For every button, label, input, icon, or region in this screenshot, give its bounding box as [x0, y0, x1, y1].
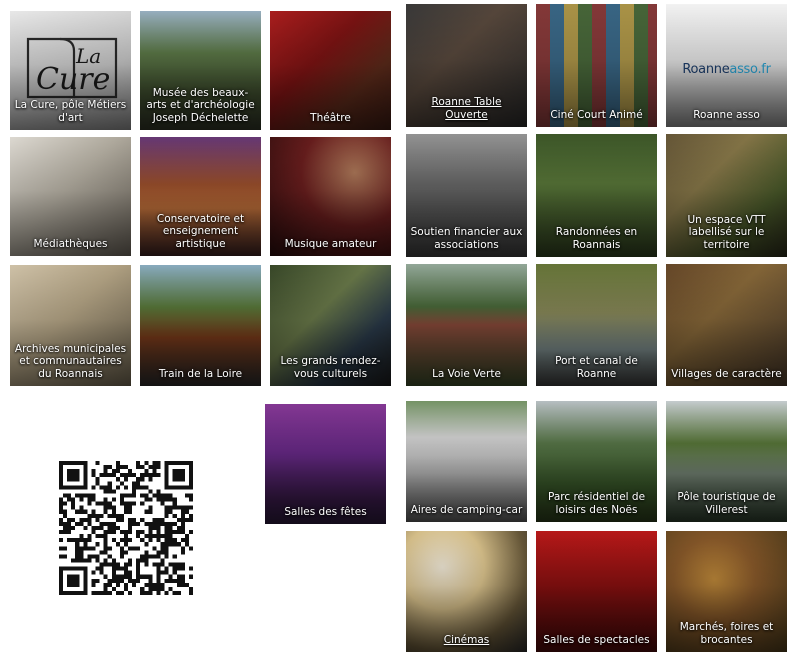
tile-label: Roanne asso: [693, 108, 760, 121]
tile-label: La Voie Verte: [432, 367, 501, 380]
qr-code-icon: [59, 461, 193, 595]
tile-label: Roanne Table Ouverte: [431, 96, 502, 121]
tile-aires[interactable]: Aires de camping-car: [406, 401, 527, 522]
tile-label: Villages de caractère: [671, 367, 782, 380]
tile-label: Salles des fêtes: [284, 505, 367, 518]
tile-villages[interactable]: Villages de caractère: [666, 264, 787, 386]
tile-pole-touristique[interactable]: Pôle touristique de Villerest: [666, 401, 787, 522]
tile-label: Aires de camping-car: [410, 503, 523, 516]
tile-la-cure[interactable]: LaCureLa Cure, pôle Métiers d'art: [10, 11, 131, 130]
tile-roanne-table[interactable]: Roanne Table Ouverte: [406, 4, 527, 127]
tile-label: Médiathèques: [33, 237, 108, 250]
tile-label: Les grands rendez-vous culturels: [280, 355, 381, 380]
tile-label: Ciné Court Animé: [550, 108, 643, 121]
tile-label: Salles de spectacles: [543, 633, 650, 646]
tile-label: Théâtre: [310, 111, 351, 124]
tile-spectacles[interactable]: Salles de spectacles: [536, 531, 657, 652]
tile-label: Musique amateur: [284, 237, 377, 250]
tile-marches[interactable]: Marchés, foires et brocantes: [666, 531, 787, 652]
tile-label: Cinémas: [443, 633, 490, 646]
tile-voie-verte[interactable]: La Voie Verte: [406, 264, 527, 386]
tile-conservatoire[interactable]: Conservatoire et enseignement artistique: [140, 137, 261, 256]
tile-label: Musée des beaux-arts et d'archéologie Jo…: [146, 86, 255, 124]
tile-soutien[interactable]: Soutien financier aux associations: [406, 134, 527, 257]
tile-rendezvous[interactable]: Les grands rendez-vous culturels: [270, 265, 391, 386]
tile-label: Soutien financier aux associations: [410, 226, 523, 251]
tile-cine-court[interactable]: Ciné Court Animé: [536, 4, 657, 127]
tile-train[interactable]: Train de la Loire: [140, 265, 261, 386]
tile-label: Train de la Loire: [158, 367, 243, 380]
tile-theatre[interactable]: Théâtre: [270, 11, 391, 130]
tile-archives[interactable]: Archives municipales et communautaires d…: [10, 265, 131, 386]
tile-label: Archives municipales et communautaires d…: [14, 342, 127, 380]
tile-vtt[interactable]: Un espace VTT labellisé sur le territoir…: [666, 134, 787, 257]
tile-label: Un espace VTT labellisé sur le territoir…: [687, 213, 766, 251]
tile-label: Port et canal de Roanne: [555, 355, 638, 380]
tile-musique[interactable]: Musique amateur: [270, 137, 391, 256]
tile-label: La Cure, pôle Métiers d'art: [14, 99, 127, 124]
tile-randonnees[interactable]: Randonnées en Roannais: [536, 134, 657, 257]
tile-port[interactable]: Port et canal de Roanne: [536, 264, 657, 386]
tile-label: Conservatoire et enseignement artistique: [156, 212, 245, 250]
tile-salles-fetes[interactable]: Salles des fêtes: [265, 404, 386, 524]
tile-mediatheques[interactable]: Médiathèques: [10, 137, 131, 256]
tile-label: Parc résidentiel de loisirs des Noës: [547, 491, 646, 516]
tile-label: Pôle touristique de Villerest: [677, 491, 776, 516]
tile-label: Marchés, foires et brocantes: [679, 621, 774, 646]
tile-label: Randonnées en Roannais: [555, 226, 638, 251]
tile-cinemas[interactable]: Cinémas: [406, 531, 527, 652]
tile-parc[interactable]: Parc résidentiel de loisirs des Noës: [536, 401, 657, 522]
tile-musee[interactable]: Musée des beaux-arts et d'archéologie Jo…: [140, 11, 261, 130]
tile-roanne-asso[interactable]: Roanneasso.frRoanne asso: [666, 4, 787, 127]
